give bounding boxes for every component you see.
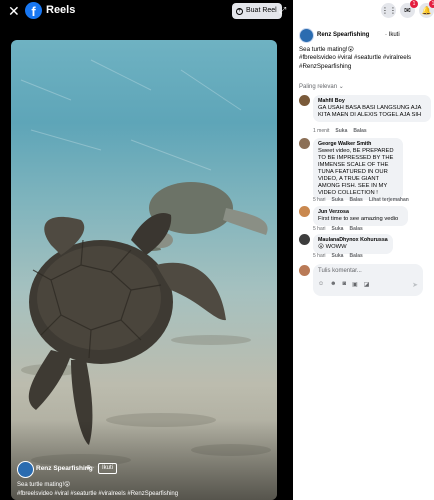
sticker-icon[interactable]: ◪ — [364, 281, 370, 288]
comment-author[interactable]: Jun Verzosa — [318, 209, 403, 216]
reply-button[interactable]: Balas — [349, 253, 362, 259]
caption-hashtags[interactable]: #fbreelsvideo #viral #seaturtle #viralre… — [299, 54, 429, 62]
comment-actions: 5 hari Suka Balas — [313, 226, 363, 232]
sort-label: Paling relevan — [299, 84, 338, 90]
follow-link[interactable]: · Ikuti — [385, 32, 400, 38]
reel-viewer: ✕ f Reels + Buat Reel ⤢ Renz Spearfishin… — [0, 0, 293, 500]
like-button[interactable]: Suka — [332, 226, 344, 232]
comment-time[interactable]: 5 hari — [313, 226, 326, 232]
avatar[interactable] — [299, 28, 314, 43]
globe-icon: ⊕ · — [86, 465, 95, 471]
caption-line: Sea turtle mating!😲 — [299, 46, 354, 53]
messenger-icon[interactable]: ✉ 1 — [400, 0, 418, 18]
comment-bubble: George Walker Smith Sweet video, BE PREP… — [313, 138, 403, 200]
avatar-sticker-icon[interactable]: ☺ — [318, 281, 324, 288]
page-title: Reels — [46, 4, 76, 16]
comment-text: Sweet video, BE PREPARED TO BE IMPRESSED… — [318, 148, 394, 196]
avatar[interactable] — [299, 138, 310, 149]
comment-input[interactable]: Tulis komentar... ☺ ☻ ◙ ▣ ◪ ➤ — [313, 264, 423, 296]
facebook-logo-icon[interactable]: f — [25, 2, 42, 19]
notifications-badge: 1 — [429, 0, 434, 8]
reel-topbar: ✕ f Reels + Buat Reel ⤢ — [0, 0, 293, 24]
camera-icon[interactable]: ◙ — [342, 281, 346, 288]
post-caption: Sea turtle mating!😲 #fbreelsvideo #viral… — [299, 46, 429, 71]
comment-input-tools: ☺ ☻ ◙ ▣ ◪ — [318, 281, 369, 288]
avatar[interactable] — [299, 206, 310, 217]
like-button[interactable]: Suka — [332, 197, 344, 203]
caption-hashtags[interactable]: #RenzSpearfishing — [299, 63, 429, 71]
comment-author[interactable]: MaulanaDhynox Kohurussa — [318, 237, 388, 244]
comment-time[interactable]: 5 hari — [313, 197, 326, 203]
comment-item: MaulanaDhynox Kohurussa 😮 WOWW — [299, 234, 431, 254]
video-caption: Sea turtle mating!😲 #fbreelsvideo #viral… — [17, 481, 273, 499]
reply-button[interactable]: Balas — [353, 128, 366, 134]
comment-bubble: Jun Verzosa First time to see amazing ve… — [313, 206, 408, 226]
avatar[interactable] — [299, 95, 310, 106]
details-panel: ⋮⋮ ✉ 1 🔔 1 Renz Spearfishing · Ikuti Sea… — [293, 0, 434, 500]
expand-icon[interactable]: ⤢ — [279, 5, 286, 16]
avatar — [299, 265, 310, 276]
chevron-down-icon: ⌄ — [338, 84, 344, 90]
notifications-icon[interactable]: 🔔 1 — [419, 0, 434, 18]
post-header: Renz Spearfishing · Ikuti — [299, 28, 429, 44]
gif-icon[interactable]: ▣ — [352, 281, 358, 288]
comment-bubble: MaulanaDhynox Kohurussa 😮 WOWW — [313, 234, 393, 254]
plus-circle-icon: + — [236, 7, 243, 15]
reply-button[interactable]: Balas — [349, 197, 362, 203]
comment-item: Jun Verzosa First time to see amazing ve… — [299, 206, 431, 226]
comment-bubble: Mahfil Boy GA USAH BASA BASI LANGSUNG AJ… — [313, 95, 431, 122]
comment-input-placeholder: Tulis komentar... — [318, 268, 362, 274]
comment-item: George Walker Smith Sweet video, BE PREP… — [299, 138, 431, 200]
comment-text: GA USAH BASA BASI LANGSUNG AJA KITA MAEN… — [318, 105, 422, 118]
see-translation-link[interactable]: Lihat terjemahan — [369, 197, 409, 203]
video-author-name[interactable]: Renz Spearfishing — [36, 465, 93, 472]
create-reel-button[interactable]: + Buat Reel — [232, 3, 282, 19]
send-icon[interactable]: ➤ — [412, 281, 418, 289]
comment-actions: 1 menit Suka Balas — [313, 128, 367, 134]
follow-label: Ikuti — [388, 32, 400, 38]
comment-sort-dropdown[interactable]: Paling relevan ⌄ — [299, 83, 344, 90]
menu-grid-icon[interactable]: ⋮⋮ — [381, 3, 397, 18]
messenger-badge: 1 — [410, 0, 418, 8]
comment-time[interactable]: 1 menit — [313, 128, 329, 134]
emoji-icon[interactable]: ☻ — [330, 281, 336, 288]
post-author-name[interactable]: Renz Spearfishing — [317, 32, 369, 38]
comment-text: First time to see amazing vedio — [318, 216, 399, 222]
comment-text: 😮 WOWW — [318, 244, 347, 250]
comment-time[interactable]: 5 hari — [313, 253, 326, 259]
like-button[interactable]: Suka — [332, 253, 344, 259]
avatar[interactable] — [17, 461, 34, 478]
global-toolbar: ⋮⋮ ✉ 1 🔔 1 — [293, 0, 434, 20]
video-caption-line: Sea turtle mating!😲 — [17, 482, 71, 488]
video-hashtags[interactable]: #fbreelsvideo #viral #seaturtle #viralre… — [17, 490, 273, 499]
reel-video[interactable]: Renz Spearfishing ⊕ · Ikuti Sea turtle m… — [11, 40, 277, 500]
like-button[interactable]: Suka — [335, 128, 347, 134]
comment-author[interactable]: George Walker Smith — [318, 141, 398, 148]
reply-button[interactable]: Balas — [349, 226, 362, 232]
comment-author[interactable]: Mahfil Boy — [318, 98, 426, 105]
comment-actions: 5 hari Suka Balas — [313, 253, 363, 259]
follow-button[interactable]: Ikuti — [98, 463, 118, 474]
avatar[interactable] — [299, 234, 310, 245]
comment-actions: 5 hari Suka Balas Lihat terjemahan — [313, 197, 409, 203]
close-icon[interactable]: ✕ — [8, 4, 22, 18]
create-reel-label: Buat Reel — [246, 7, 277, 14]
